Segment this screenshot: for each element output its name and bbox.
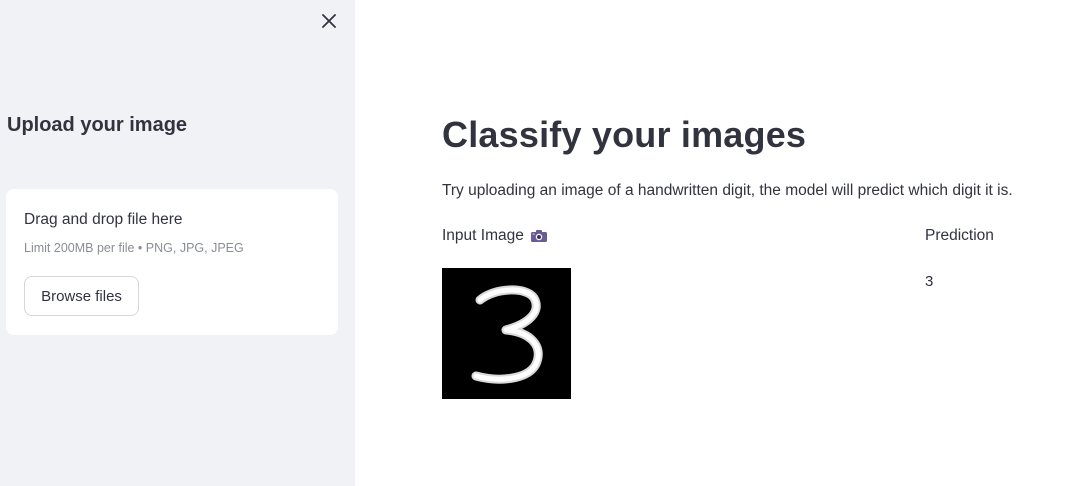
- dropzone-title: Drag and drop file here: [24, 211, 183, 228]
- main-content: Classify your images Try uploading an im…: [355, 0, 1087, 486]
- prediction-value: 3: [925, 273, 934, 290]
- input-image-label: Input Image: [442, 227, 524, 244]
- file-uploader-dropzone[interactable]: Drag and drop file here Limit 200MB per …: [6, 189, 338, 335]
- app-window: Upload your image Drag and drop file her…: [0, 0, 1087, 486]
- sidebar: Upload your image Drag and drop file her…: [0, 0, 355, 486]
- sidebar-heading: Upload your image: [7, 114, 188, 136]
- dropzone-limit-text: Limit 200MB per file • PNG, JPG, JPEG: [24, 241, 244, 255]
- input-image-column-header: Input Image: [442, 227, 548, 245]
- page-description: Try uploading an image of a handwritten …: [442, 182, 1013, 199]
- prediction-column-header: Prediction: [925, 227, 994, 245]
- page-title: Classify your images: [442, 114, 807, 155]
- camera-icon: [530, 230, 547, 242]
- close-icon: [322, 14, 336, 28]
- close-sidebar-button[interactable]: [317, 9, 341, 33]
- digit-three-drawing: [442, 268, 571, 399]
- prediction-label: Prediction: [925, 227, 994, 244]
- handwritten-digit-image: [442, 268, 571, 399]
- browse-files-button[interactable]: Browse files: [24, 276, 139, 316]
